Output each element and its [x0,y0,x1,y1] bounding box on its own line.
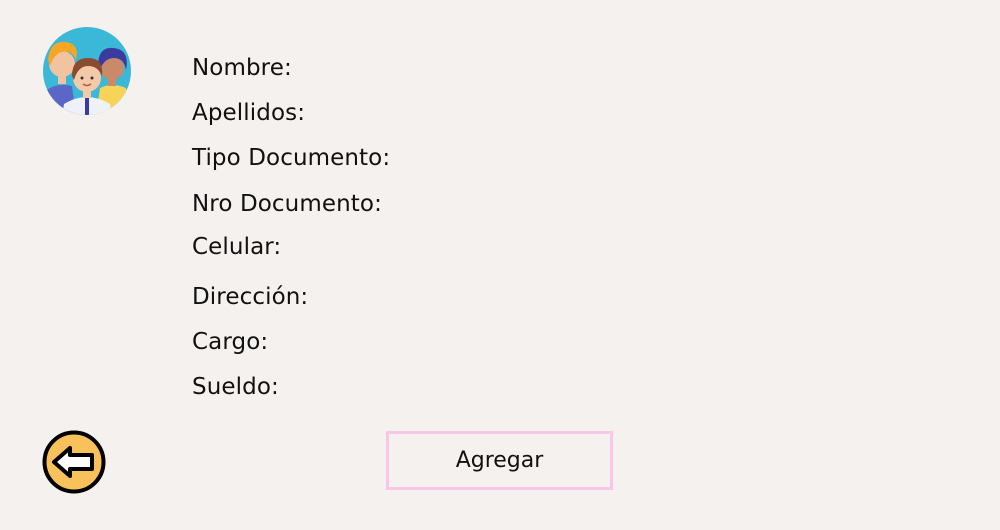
label-direccion: Dirección: [192,284,309,310]
label-cargo: Cargo: [192,329,269,355]
back-button[interactable] [42,430,106,494]
add-button-label: Agregar [455,448,544,473]
label-nro-documento: Nro Documento: [192,191,382,217]
employee-form-page: Nombre: Apellidos: Tipo Documento: Nro D… [0,0,1000,530]
add-button[interactable]: Agregar [386,431,613,490]
label-celular: Celular: [192,234,282,260]
label-nombre: Nombre: [192,55,292,81]
label-apellidos: Apellidos: [192,100,306,126]
label-tipo-documento: Tipo Documento: [192,145,391,171]
label-sueldo: Sueldo: [192,374,279,400]
team-people-icon [43,27,131,115]
